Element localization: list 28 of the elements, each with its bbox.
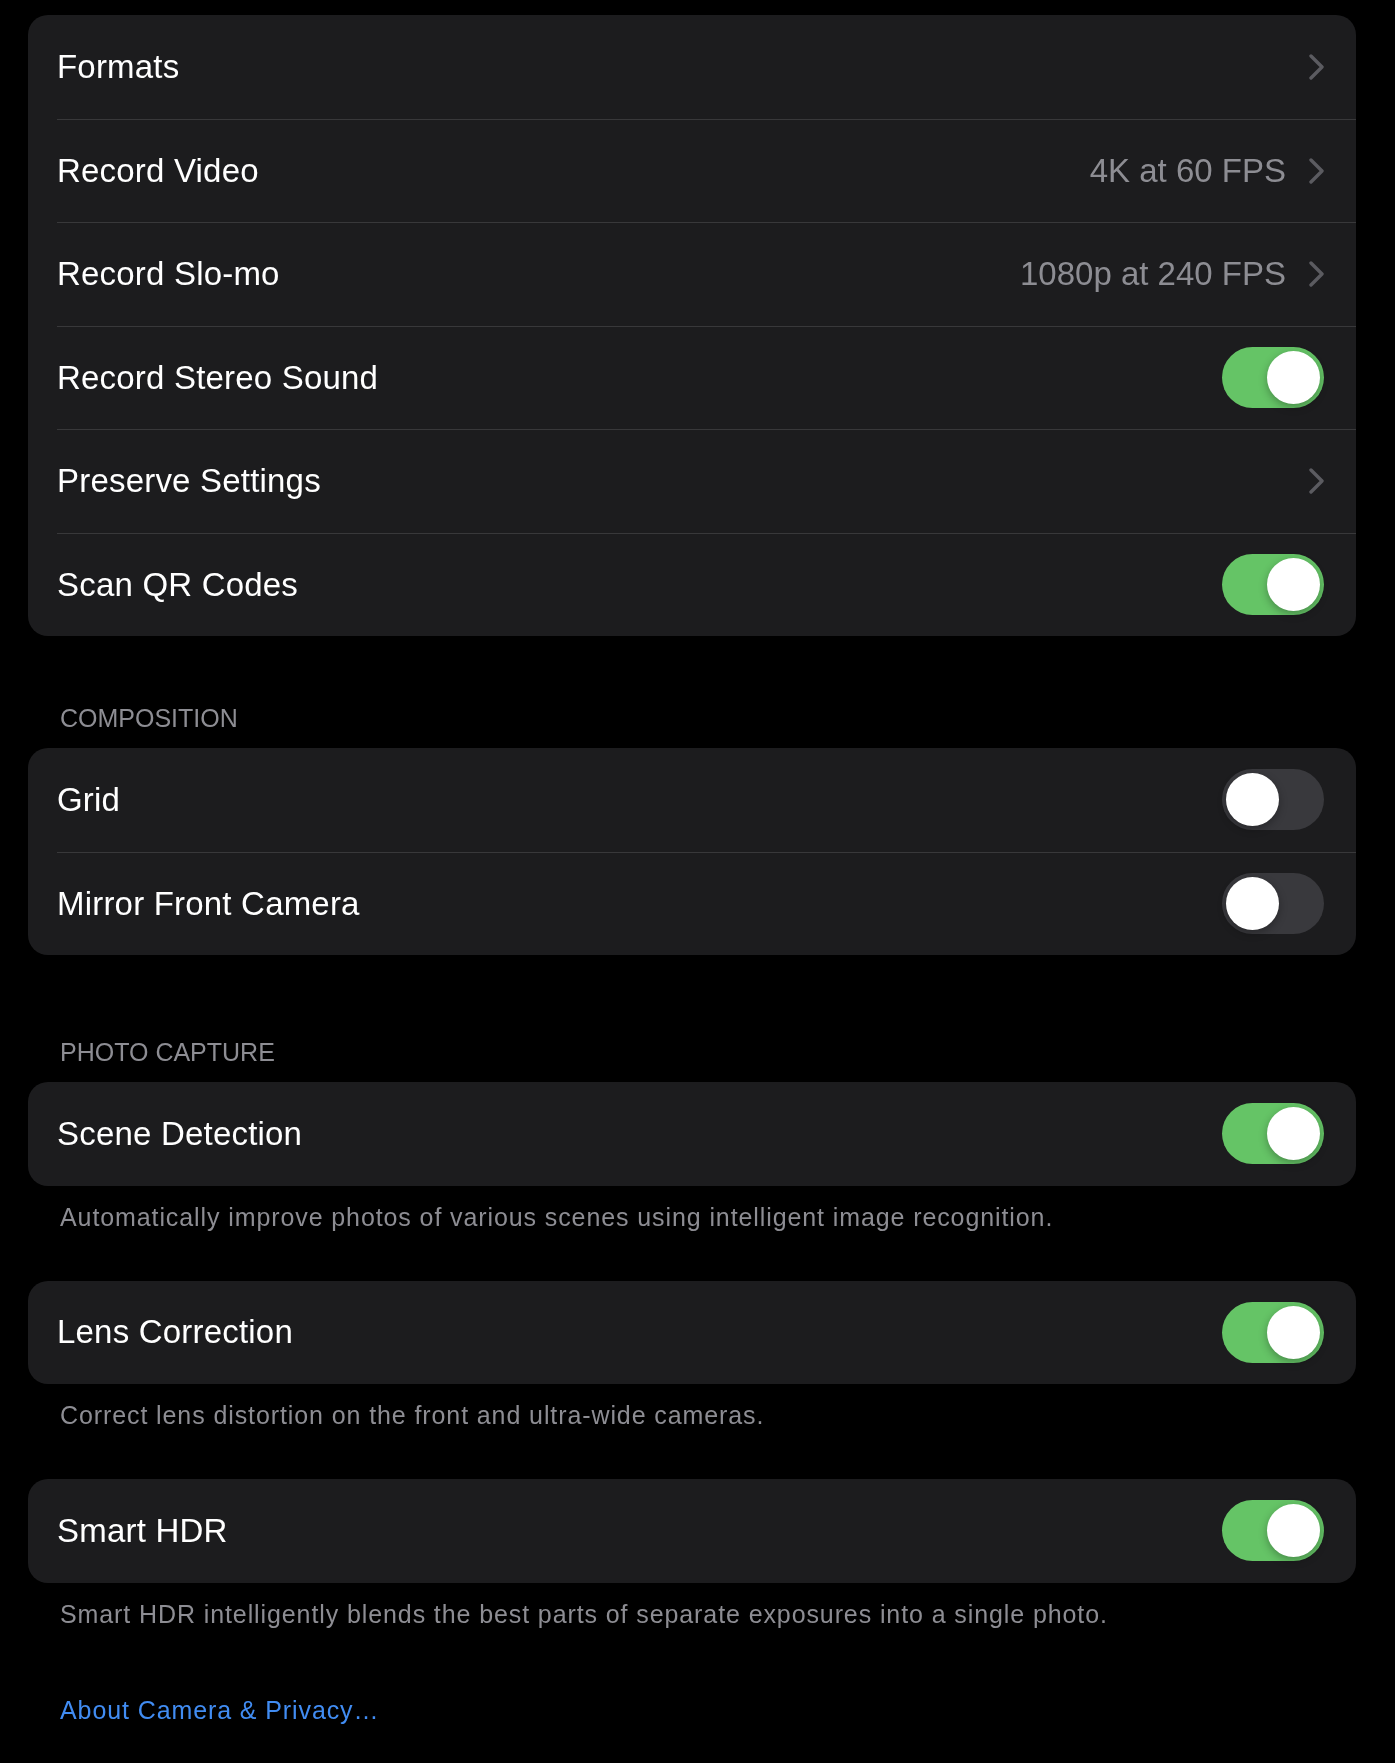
about-link[interactable]: About Camera & Privacy… [60,1695,380,1724]
section-footer: Automatically improve photos of various scenes using intelligent image recognition. [28,1202,1356,1231]
setting-label: Record Slo-mo [57,254,280,295]
setting-value: 4K at 60 FPS [1089,150,1286,191]
setting-label: Scene Detection [57,1113,303,1154]
chevron-icon[interactable] [1309,157,1324,184]
section-header: COMPOSITION [59,704,239,732]
chevron-icon[interactable] [1309,261,1324,288]
setting-label: Formats [57,46,180,87]
setting-label: Record Stereo Sound [57,357,379,398]
toggle-switch[interactable] [1222,1500,1324,1562]
chevron-icon[interactable] [1309,468,1324,495]
toggle-switch[interactable] [1222,1301,1324,1363]
section-footer: Smart HDR intelligently blends the best parts of separate exposures into a single photo. [28,1599,1356,1628]
toggle-switch[interactable] [1222,1103,1324,1165]
setting-label: Record Video [57,150,259,191]
setting-label: Scan QR Codes [57,564,299,605]
setting-label: Smart HDR [57,1510,228,1551]
setting-label: Lens Correction [57,1312,293,1353]
chevron-icon[interactable] [1309,53,1324,80]
setting-value: 1080p at 240 FPS [1019,254,1286,295]
toggle-switch[interactable] [1222,347,1324,409]
setting-label: Grid [57,779,121,820]
setting-label: Mirror Front Camera [57,883,360,924]
section-header: PHOTO CAPTURE [59,1038,276,1066]
setting-label: Preserve Settings [57,461,321,502]
toggle-switch[interactable] [1222,554,1324,616]
section-footer: Correct lens distortion on the front and ultra-wide cameras. [28,1401,1356,1429]
